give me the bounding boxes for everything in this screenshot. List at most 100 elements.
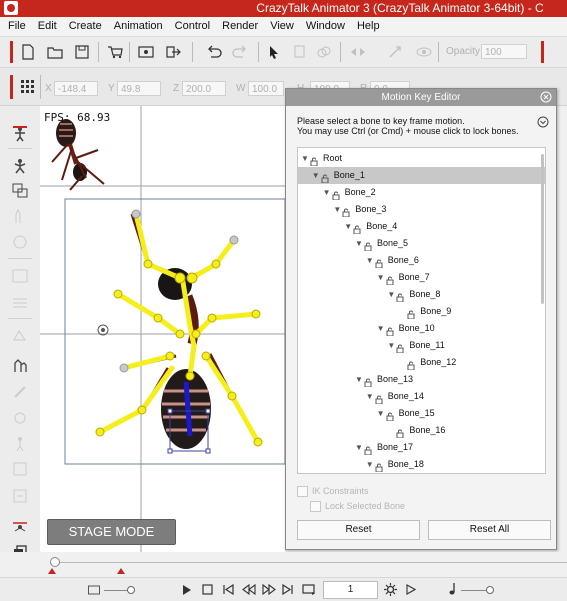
unlock-icon[interactable]	[321, 172, 330, 184]
open-folder-icon[interactable]	[45, 42, 65, 62]
speed-icon[interactable]	[88, 584, 100, 598]
menu-render[interactable]: Render	[216, 17, 264, 36]
unlock-icon[interactable]	[353, 223, 362, 235]
expand-arrow-icon[interactable]: ▼	[366, 252, 375, 269]
unlock-icon[interactable]	[375, 393, 384, 405]
transform-icon[interactable]	[385, 42, 405, 62]
save-icon[interactable]	[72, 42, 92, 62]
tree-node-bone_16[interactable]: Bone_16	[387, 422, 445, 439]
hand-icon[interactable]	[10, 206, 30, 226]
stage-canvas[interactable]	[40, 106, 285, 570]
walk-icon[interactable]	[10, 434, 30, 454]
collapse-icon[interactable]	[537, 116, 549, 128]
reset-button[interactable]: Reset	[297, 520, 420, 540]
export-layer-icon[interactable]	[10, 486, 30, 506]
unlock-icon[interactable]	[332, 189, 341, 201]
w-field[interactable]: 100.0	[248, 81, 284, 96]
unlock-icon[interactable]	[396, 342, 405, 354]
composer-icon[interactable]	[10, 356, 30, 376]
expand-arrow-icon[interactable]: ▼	[355, 371, 364, 388]
tree-node-bone_18[interactable]: ▼ Bone_18	[366, 456, 424, 473]
scene-icon[interactable]	[10, 181, 30, 201]
export-icon[interactable]	[163, 42, 183, 62]
range-start-marker[interactable]	[48, 568, 56, 574]
tree-node-bone_6[interactable]: ▼ Bone_6	[366, 252, 419, 269]
first-frame-icon[interactable]	[222, 583, 234, 598]
ik-constraints-checkbox[interactable]	[297, 486, 308, 497]
stage-mode-button[interactable]: STAGE MODE	[47, 519, 176, 545]
select-arrow-icon[interactable]	[264, 42, 284, 62]
expand-arrow-icon[interactable]: ▼	[366, 456, 375, 473]
stop-icon[interactable]	[202, 584, 213, 598]
tree-node-bone_9[interactable]: Bone_9	[398, 303, 451, 320]
expand-arrow-icon[interactable]: ▼	[301, 150, 310, 167]
unlock-icon[interactable]	[342, 206, 351, 218]
speed-slider-thumb[interactable]	[127, 586, 135, 594]
paste-icon[interactable]	[314, 42, 334, 62]
expand-arrow-icon[interactable]: ▼	[312, 167, 321, 184]
menu-control[interactable]: Control	[169, 17, 216, 36]
unlock-icon[interactable]	[396, 291, 405, 303]
timeline-icon[interactable]	[10, 266, 30, 286]
z-field[interactable]: 200.0	[182, 81, 226, 96]
tree-node-root[interactable]: ▼ Root	[301, 150, 342, 167]
flip-icon[interactable]	[348, 42, 368, 62]
menu-help[interactable]: Help	[351, 17, 386, 36]
tree-node-bone_14[interactable]: ▼ Bone_14	[366, 388, 424, 405]
unlock-icon[interactable]	[407, 308, 416, 320]
menu-view[interactable]: View	[264, 17, 300, 36]
bone-icon[interactable]	[10, 382, 30, 402]
preview-icon[interactable]	[136, 42, 156, 62]
tree-node-bone_2[interactable]: ▼ Bone_2	[323, 184, 376, 201]
reset-all-button[interactable]: Reset All	[428, 520, 551, 540]
menu-file[interactable]: File	[0, 17, 32, 36]
menu-window[interactable]: Window	[300, 17, 351, 36]
expand-arrow-icon[interactable]: ▼	[366, 388, 375, 405]
lock-selected-bone-checkbox[interactable]	[310, 501, 321, 512]
expand-arrow-icon[interactable]: ▼	[355, 235, 364, 252]
tree-node-bone_1[interactable]: ▼ Bone_1	[298, 167, 545, 184]
tree-node-bone_11[interactable]: ▼ Bone_11	[387, 337, 445, 354]
tree-node-bone_10[interactable]: ▼ Bone_10	[377, 320, 435, 337]
frame-number-field[interactable]: 1	[323, 581, 378, 599]
sprite-icon[interactable]	[10, 325, 30, 345]
unlock-icon[interactable]	[386, 325, 395, 337]
layer-icon[interactable]	[10, 292, 30, 312]
visibility-icon[interactable]	[414, 42, 434, 62]
tree-node-bone_3[interactable]: ▼ Bone_3	[333, 201, 386, 218]
close-icon[interactable]	[540, 91, 552, 103]
unlock-icon[interactable]	[375, 257, 384, 269]
tree-node-bone_8[interactable]: ▼ Bone_8	[387, 286, 440, 303]
unlock-icon[interactable]	[386, 274, 395, 286]
tree-node-bone_5[interactable]: ▼ Bone_5	[355, 235, 408, 252]
undo-icon[interactable]	[204, 42, 224, 62]
action-menu-icon[interactable]	[10, 459, 30, 479]
tree-node-bone_4[interactable]: ▼ Bone_4	[344, 218, 397, 235]
timeline-playhead[interactable]	[50, 557, 60, 567]
grid-icon[interactable]	[18, 77, 38, 97]
puppet-icon[interactable]	[10, 124, 30, 144]
last-frame-icon[interactable]	[282, 583, 294, 598]
menu-edit[interactable]: Edit	[32, 17, 63, 36]
timeline-track[interactable]	[55, 562, 567, 563]
next-key-icon[interactable]	[262, 583, 276, 598]
x-field[interactable]: -148.4	[54, 81, 98, 96]
expand-arrow-icon[interactable]: ▼	[355, 439, 364, 456]
menu-animation[interactable]: Animation	[108, 17, 169, 36]
expand-arrow-icon[interactable]: ▼	[387, 286, 396, 303]
cart-icon[interactable]	[105, 42, 125, 62]
expand-arrow-icon[interactable]: ▼	[377, 405, 386, 422]
play-icon[interactable]	[182, 584, 192, 599]
expand-arrow-icon[interactable]: ▼	[387, 337, 396, 354]
unlock-icon[interactable]	[310, 155, 319, 167]
copy-icon[interactable]	[289, 42, 309, 62]
tree-node-bone_13[interactable]: ▼ Bone_13	[355, 371, 413, 388]
tree-scrollbar[interactable]	[541, 154, 544, 304]
opacity-field[interactable]: 100	[481, 44, 527, 59]
y-field[interactable]: 49.8	[117, 81, 161, 96]
motion-icon[interactable]	[10, 156, 30, 176]
tree-node-bone_15[interactable]: ▼ Bone_15	[377, 405, 435, 422]
expand-arrow-icon[interactable]: ▼	[377, 320, 386, 337]
tree-node-bone_17[interactable]: ▼ Bone_17	[355, 439, 413, 456]
expand-arrow-icon[interactable]: ▼	[323, 184, 332, 201]
